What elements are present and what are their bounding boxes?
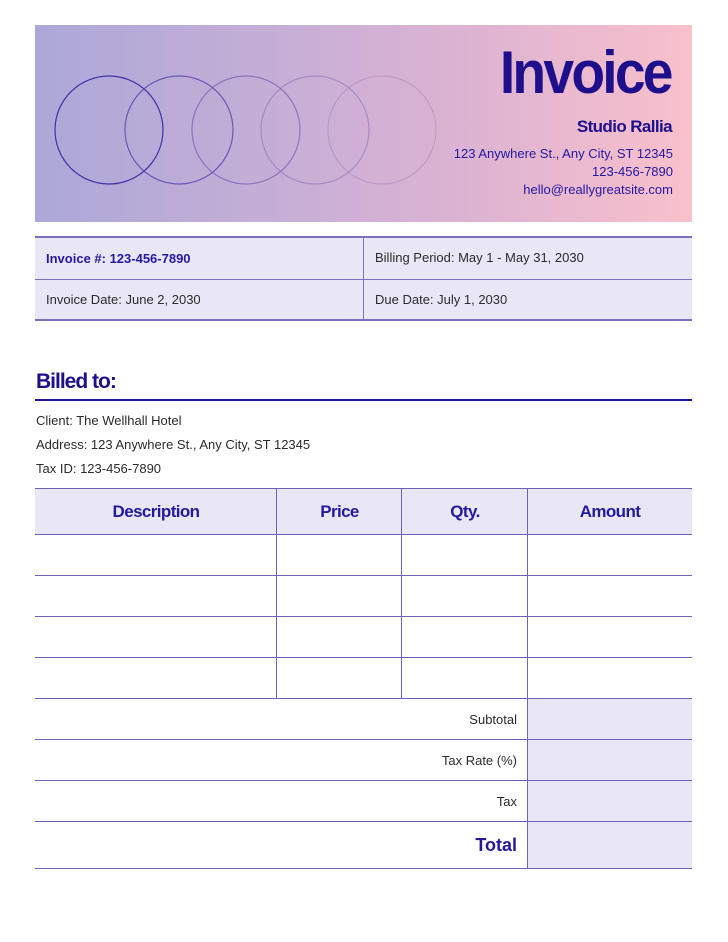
invoice-header: Invoice Studio Rallia 123 Anywhere St., … — [35, 25, 692, 222]
invoice-date: Invoice Date: June 2, 2030 — [46, 292, 201, 307]
company-name: Studio Rallia — [576, 117, 673, 136]
item-2-price[interactable] — [277, 576, 401, 616]
due-date: Due Date: July 1, 2030 — [375, 292, 508, 307]
table-line — [35, 868, 692, 869]
subtotal-label: Subtotal — [469, 712, 517, 727]
client-tax-id: Tax ID: 123-456-7890 — [36, 461, 162, 476]
tax-value[interactable] — [528, 781, 692, 821]
item-1-amount[interactable] — [528, 535, 692, 575]
item-1-description[interactable] — [35, 535, 276, 575]
item-3-price[interactable] — [277, 617, 401, 657]
invoice-title: Invoice — [500, 39, 674, 106]
company-address: 123 Anywhere St., Any City, ST 12345 — [453, 146, 673, 161]
column-header-qty: Qty. — [450, 502, 480, 521]
column-header-amount: Amount — [579, 502, 641, 521]
column-header-description: Description — [112, 502, 201, 521]
item-2-description[interactable] — [35, 576, 276, 616]
total-value[interactable] — [528, 822, 692, 868]
client-address: Address: 123 Anywhere St., Any City, ST … — [36, 437, 311, 452]
item-3-amount[interactable] — [528, 617, 692, 657]
item-1-price[interactable] — [277, 535, 401, 575]
invoice-number: Invoice #: 123-456-7890 — [46, 251, 191, 266]
table-line — [35, 488, 692, 489]
circle-decoration-3 — [191, 75, 301, 185]
tax-rate-value[interactable] — [528, 740, 692, 780]
item-3-qty[interactable] — [402, 617, 527, 657]
billed-to-divider — [35, 399, 692, 401]
circle-decoration-4 — [260, 75, 370, 185]
item-2-qty[interactable] — [402, 576, 527, 616]
item-4-description[interactable] — [35, 658, 276, 698]
total-label: Total — [475, 835, 517, 855]
tax-label: Tax — [496, 794, 517, 809]
circle-decoration-2 — [124, 75, 234, 185]
item-4-price[interactable] — [277, 658, 401, 698]
item-2-amount[interactable] — [528, 576, 692, 616]
client-name: Client: The Wellhall Hotel — [36, 413, 182, 428]
circle-decoration-5 — [327, 75, 437, 185]
billing-period: Billing Period: May 1 - May 31, 2030 — [375, 250, 584, 265]
item-1-qty[interactable] — [402, 535, 527, 575]
billed-to-heading: Billed to: — [36, 370, 117, 393]
item-4-amount[interactable] — [528, 658, 692, 698]
info-column-divider — [363, 238, 364, 319]
company-email[interactable]: hello@reallygreatsite.com — [523, 182, 673, 197]
subtotal-value[interactable] — [528, 699, 692, 739]
invoice-info-table: Invoice #: 123-456-7890 Billing Period: … — [35, 236, 692, 321]
item-3-description[interactable] — [35, 617, 276, 657]
company-phone: 123-456-7890 — [592, 164, 673, 179]
item-4-qty[interactable] — [402, 658, 527, 698]
tax-rate-label: Tax Rate (%) — [441, 753, 517, 768]
column-header-price: Price — [320, 502, 359, 521]
circle-decoration-1 — [54, 75, 164, 185]
